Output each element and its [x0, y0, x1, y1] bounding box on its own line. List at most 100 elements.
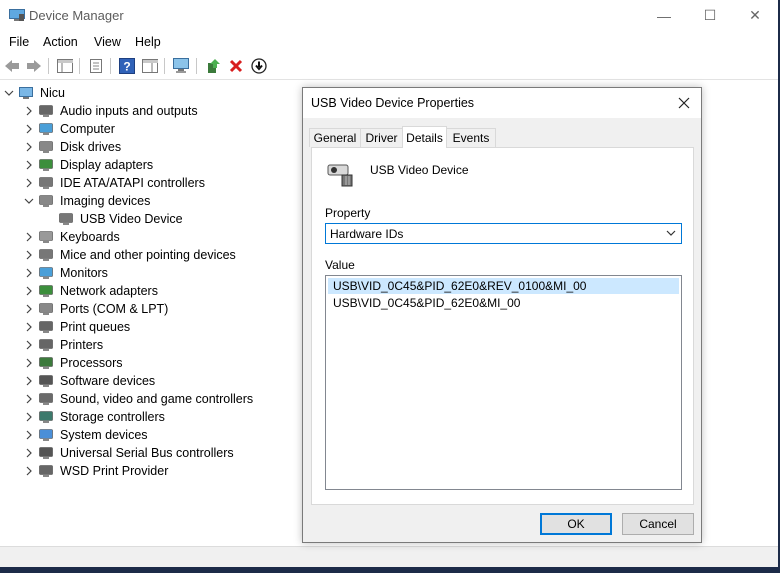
action-view-icon: [142, 59, 158, 73]
chevron-right-icon[interactable]: [24, 268, 34, 278]
tree-category-label: Processors: [60, 356, 123, 370]
chevron-right-icon[interactable]: [24, 124, 34, 134]
chevron-down-icon[interactable]: [24, 196, 34, 206]
disable-device-icon: [251, 58, 267, 74]
chevron-right-icon[interactable]: [24, 178, 34, 188]
chevron-right-icon[interactable]: [24, 286, 34, 296]
properties-button[interactable]: [86, 57, 106, 75]
tree-category[interactable]: Software devices: [24, 372, 155, 390]
tab-driver[interactable]: Driver: [360, 128, 403, 147]
chevron-right-icon[interactable]: [24, 106, 34, 116]
disable-device-button[interactable]: [249, 57, 269, 75]
chevron-right-icon[interactable]: [24, 322, 34, 332]
value-item[interactable]: USB\VID_0C45&PID_62E0&REV_0100&MI_00: [328, 278, 679, 294]
value-item[interactable]: USB\VID_0C45&PID_62E0&MI_00: [328, 295, 679, 311]
chevron-right-icon[interactable]: [24, 358, 34, 368]
tree-category-label: Monitors: [60, 266, 108, 280]
computer-icon: [39, 123, 53, 135]
chevron-right-icon[interactable]: [24, 394, 34, 404]
cancel-button[interactable]: Cancel: [622, 513, 694, 535]
tree-category-label: Printers: [60, 338, 104, 352]
close-icon: [678, 97, 690, 109]
taskbar-strip: [0, 567, 780, 573]
menu-action[interactable]: Action: [43, 35, 78, 49]
tree-category[interactable]: Keyboards: [24, 228, 120, 246]
printer-icon: [39, 321, 53, 333]
chevron-right-icon[interactable]: [24, 340, 34, 350]
tree-category[interactable]: Monitors: [24, 264, 108, 282]
close-button[interactable]: ✕: [732, 0, 778, 31]
tree-category-label: IDE ATA/ATAPI controllers: [60, 176, 205, 190]
tab-general[interactable]: General: [309, 128, 361, 147]
details-panel: USB Video Device Property Hardware IDs V…: [311, 147, 694, 505]
close-icon: ✕: [749, 7, 761, 23]
update-driver-button[interactable]: [203, 57, 223, 75]
chevron-right-icon[interactable]: [24, 232, 34, 242]
tree-category-label: System devices: [60, 428, 148, 442]
help-button[interactable]: ?: [117, 57, 137, 75]
minimize-icon: —: [657, 7, 671, 24]
tree-category[interactable]: Computer: [24, 120, 115, 138]
tree-category-label: Software devices: [60, 374, 156, 388]
tree-category[interactable]: Universal Serial Bus controllers: [24, 444, 234, 462]
uninstall-device-button[interactable]: [226, 57, 246, 75]
chevron-right-icon[interactable]: [24, 160, 34, 170]
tree-category-label: Sound, video and game controllers: [60, 392, 254, 406]
tree-category[interactable]: Processors: [24, 354, 123, 372]
tree-category[interactable]: Disk drives: [24, 138, 121, 156]
property-label: Property: [325, 206, 371, 220]
webcam-icon: [59, 213, 73, 225]
camera-icon: [39, 195, 53, 207]
chevron-right-icon[interactable]: [24, 304, 34, 314]
chevron-right-icon[interactable]: [24, 376, 34, 386]
tree-category[interactable]: Mice and other pointing devices: [24, 246, 236, 264]
property-select[interactable]: Hardware IDs: [325, 223, 682, 244]
tree-category-label: Mice and other pointing devices: [60, 248, 236, 262]
tree-category[interactable]: Ports (COM & LPT): [24, 300, 168, 318]
tree-category[interactable]: Printers: [24, 336, 103, 354]
tree-root[interactable]: Nicu: [4, 84, 65, 102]
tree-category[interactable]: IDE ATA/ATAPI controllers: [24, 174, 205, 192]
chevron-right-icon[interactable]: [24, 466, 34, 476]
chevron-down-icon[interactable]: [4, 88, 14, 98]
scan-hardware-button[interactable]: [171, 57, 191, 75]
tab-events[interactable]: Events: [446, 128, 496, 147]
tree-category[interactable]: Network adapters: [24, 282, 158, 300]
maximize-button[interactable]: ☐: [687, 0, 733, 31]
tree-category[interactable]: Sound, video and game controllers: [24, 390, 253, 408]
help-icon: ?: [119, 58, 135, 74]
webcam-icon: [327, 164, 353, 187]
value-listbox[interactable]: USB\VID_0C45&PID_62E0&REV_0100&MI_00 USB…: [325, 275, 682, 490]
tree-category-label: Computer: [60, 122, 115, 136]
minimize-button[interactable]: —: [641, 0, 687, 31]
menu-view[interactable]: View: [94, 35, 121, 49]
tree-category[interactable]: Imaging devices: [24, 192, 150, 210]
menu-file[interactable]: File: [9, 35, 29, 49]
mouse-icon: [39, 249, 53, 261]
sound-icon: [39, 393, 53, 405]
chevron-right-icon[interactable]: [24, 142, 34, 152]
back-button[interactable]: [2, 57, 22, 75]
forward-button[interactable]: [24, 57, 44, 75]
chevron-right-icon[interactable]: [24, 412, 34, 422]
tree-category[interactable]: Display adapters: [24, 156, 153, 174]
ok-button[interactable]: OK: [540, 513, 612, 535]
tree-category[interactable]: WSD Print Provider: [24, 462, 168, 480]
tree-device[interactable]: USB Video Device: [58, 210, 183, 228]
device-name: USB Video Device: [370, 163, 469, 177]
ide-controller-icon: [39, 177, 53, 189]
dialog-close-button[interactable]: [673, 93, 695, 113]
chevron-right-icon[interactable]: [24, 448, 34, 458]
chevron-right-icon[interactable]: [24, 430, 34, 440]
tree-category[interactable]: Print queues: [24, 318, 130, 336]
tree-category[interactable]: Storage controllers: [24, 408, 165, 426]
menu-help[interactable]: Help: [135, 35, 161, 49]
show-hide-tree-button[interactable]: [55, 57, 75, 75]
display-adapter-icon: [39, 159, 53, 171]
wsd-icon: [39, 465, 53, 477]
tree-category[interactable]: System devices: [24, 426, 148, 444]
tab-details[interactable]: Details: [402, 126, 447, 148]
tree-category[interactable]: Audio inputs and outputs: [24, 102, 198, 120]
action-view-button[interactable]: [140, 57, 160, 75]
chevron-right-icon[interactable]: [24, 250, 34, 260]
